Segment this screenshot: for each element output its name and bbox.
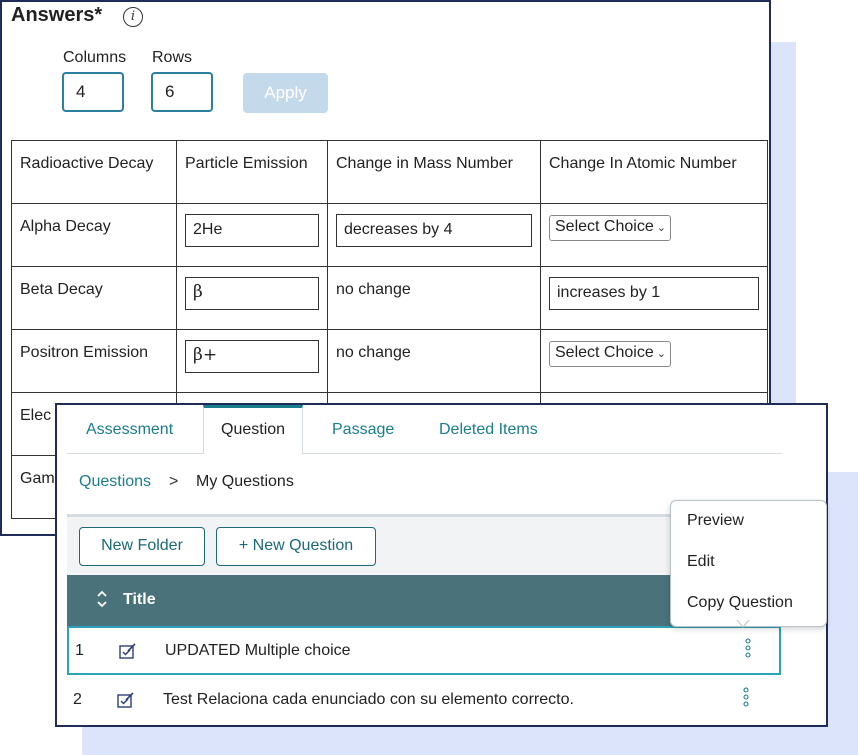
edit-question-icon: [119, 643, 136, 659]
particle-input[interactable]: β: [185, 277, 319, 310]
particle-input[interactable]: β+: [185, 340, 319, 373]
breadcrumb-separator: >: [169, 473, 179, 490]
column-title: Title: [123, 591, 156, 608]
tab-passage[interactable]: Passage: [332, 405, 394, 453]
atomic-select[interactable]: Select Choice ⌄: [549, 341, 671, 367]
chevron-down-icon: ⌄: [656, 222, 666, 234]
question-title[interactable]: Test Relaciona cada enunciado con su ele…: [163, 691, 574, 709]
table-row[interactable]: 2 Test Relaciona cada enunciado con su e…: [67, 677, 781, 726]
particle-input[interactable]: 2He: [185, 214, 319, 247]
columns-input[interactable]: 4: [62, 72, 124, 112]
header-atomic-number: Change In Atomic Number: [540, 140, 768, 204]
backdrop-block-top: [771, 42, 796, 412]
tab-bar: Assessment Question Passage Deleted Item…: [67, 405, 782, 454]
question-title[interactable]: UPDATED Multiple choice: [165, 642, 351, 660]
menu-item-copy-question[interactable]: Copy Question: [687, 594, 793, 612]
menu-item-preview[interactable]: Preview: [687, 512, 744, 530]
answers-header-row: Radioactive Decay Particle Emission Chan…: [11, 140, 768, 204]
tab-question[interactable]: Question: [203, 405, 304, 454]
tab-deleted-items[interactable]: Deleted Items: [439, 405, 538, 453]
row-label: Positron Emission: [11, 329, 177, 393]
row-label: Beta Decay: [11, 266, 177, 330]
question-context-menu: Preview Edit Copy Question: [670, 500, 827, 627]
answers-row: Alpha Decay 2He decreases by 4 Select Ch…: [11, 203, 768, 267]
answers-row: Positron Emission β+ no change Select Ch…: [11, 329, 768, 393]
row-number: 1: [75, 642, 84, 659]
table-row[interactable]: 1 UPDATED Multiple choice: [67, 626, 781, 675]
rows-input[interactable]: 6: [151, 72, 213, 112]
header-radioactive-decay: Radioactive Decay: [11, 140, 177, 204]
new-question-button[interactable]: + New Question: [216, 527, 376, 566]
row-number: 2: [73, 691, 82, 708]
breadcrumb-current: My Questions: [196, 473, 294, 490]
breadcrumb-questions[interactable]: Questions: [79, 473, 151, 491]
kebab-menu-icon[interactable]: [745, 638, 751, 658]
mass-value: no change: [327, 266, 541, 330]
kebab-menu-icon[interactable]: [743, 687, 749, 707]
atomic-select[interactable]: Select Choice ⌄: [549, 215, 671, 241]
mass-input[interactable]: decreases by 4: [336, 214, 532, 247]
header-particle-emission: Particle Emission: [176, 140, 328, 204]
new-folder-button[interactable]: New Folder: [79, 527, 205, 566]
rows-label: Rows: [152, 49, 193, 66]
chevron-down-icon: ⌄: [656, 348, 666, 360]
sort-icon[interactable]: [97, 589, 107, 609]
edit-question-icon: [117, 692, 134, 708]
tab-assessment[interactable]: Assessment: [86, 405, 173, 453]
select-value: Select Choice: [555, 344, 654, 361]
apply-button[interactable]: Apply: [243, 73, 328, 113]
answers-row: Beta Decay β no change increases by 1: [11, 266, 768, 330]
info-icon[interactable]: i: [123, 7, 143, 27]
menu-caret-icon: [736, 619, 750, 628]
columns-label: Columns: [63, 49, 127, 66]
header-mass-number: Change in Mass Number: [327, 140, 541, 204]
mass-value: no change: [327, 329, 541, 393]
select-value: Select Choice: [555, 218, 654, 235]
atomic-input[interactable]: increases by 1: [549, 277, 759, 310]
answers-title: Answers*: [11, 4, 103, 26]
menu-item-edit[interactable]: Edit: [687, 553, 715, 571]
row-label: Alpha Decay: [11, 203, 177, 267]
